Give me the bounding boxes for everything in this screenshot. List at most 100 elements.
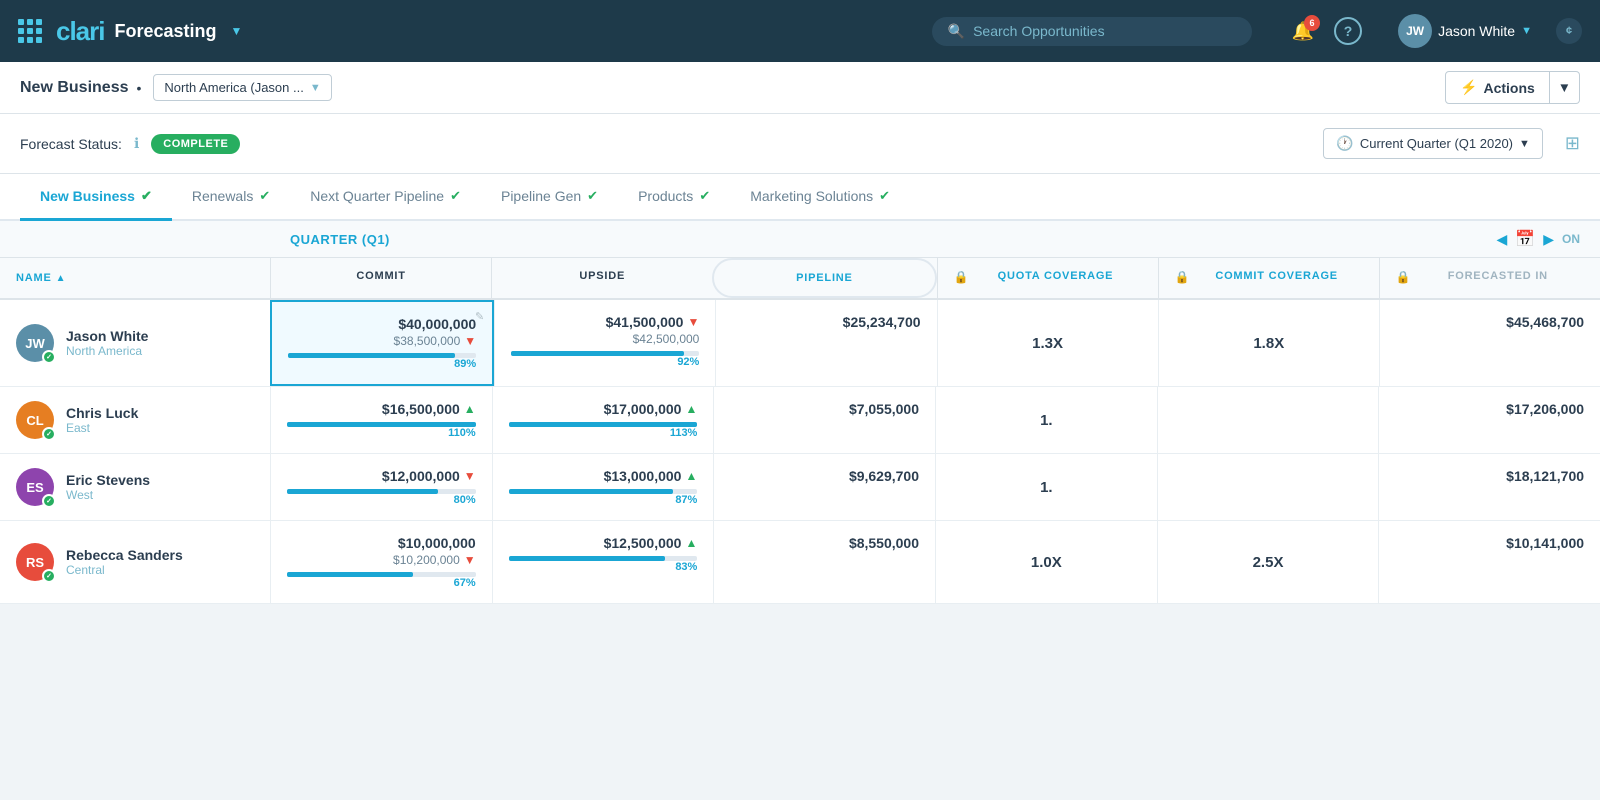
next-quarter-arrow[interactable]: ▶ (1543, 231, 1554, 248)
td-upside-cell[interactable]: $13,000,000 ▲ 87% (492, 454, 714, 520)
tab-new-business[interactable]: New Business✔ (20, 174, 172, 221)
th-quota-coverage[interactable]: 🔒 QUOTA COVERAGE (937, 258, 1158, 298)
quarter-navigation: ◀ 📅 ▶ ON (1497, 229, 1600, 249)
upside-main-value: $12,500,000 ▲ (509, 535, 698, 551)
tab-label: Marketing Solutions (750, 188, 873, 204)
avatar-initials: CL (26, 413, 43, 428)
td-commit-cell[interactable]: $12,000,000 ▼ 80% (270, 454, 492, 520)
upside-main-value: $17,000,000 ▲ (509, 401, 698, 417)
commit-main-value: $16,500,000 ▲ (287, 401, 476, 417)
td-commit-cell[interactable]: $10,000,000 $10,200,000 ▼ 67% (270, 521, 492, 603)
td-forecasted-in-cell: $10,141,000 (1378, 521, 1600, 603)
pipeline-value: $25,234,700 (732, 314, 920, 330)
td-commit-coverage-cell (1157, 387, 1379, 453)
commit-coverage-value (1174, 401, 1363, 439)
td-commit-cell[interactable]: $16,500,000 ▲ 110% (270, 387, 492, 453)
tab-label: New Business (40, 188, 135, 204)
tab-pipeline-gen[interactable]: Pipeline Gen✔ (481, 174, 618, 221)
tab-check-icon: ✔ (699, 188, 710, 204)
forecasted-in-value: $10,141,000 (1395, 535, 1584, 551)
tab-check-icon: ✔ (587, 188, 598, 204)
tab-renewals[interactable]: Renewals✔ (172, 174, 290, 221)
name-block: Jason White North America (66, 328, 148, 358)
commit-main-value: $12,000,000 ▼ (287, 468, 476, 484)
rep-region: East (66, 421, 138, 435)
upside-up-arrow: ▲ (685, 536, 697, 550)
search-icon: 🔍 (948, 23, 965, 40)
upside-main-value: $41,500,000 ▼ (511, 314, 699, 330)
th-upside[interactable]: UPSIDE (491, 258, 712, 298)
table-header: NAME ▲ COMMIT UPSIDE PIPELINE 🔒 QUOTA CO… (0, 258, 1600, 300)
pipeline-value: $7,055,000 (730, 401, 919, 417)
region-dropdown[interactable]: North America (Jason ... ▼ (153, 74, 331, 101)
commit-percent: 67% (454, 577, 476, 589)
quarter-label: QUARTER (Q1) (270, 232, 390, 247)
grid-view-icon[interactable]: ⊞ (1565, 133, 1580, 154)
th-name[interactable]: NAME ▲ (0, 258, 270, 298)
sub-navigation: New Business • North America (Jason ... … (0, 62, 1600, 114)
th-commit-coverage[interactable]: 🔒 COMMIT COVERAGE (1158, 258, 1379, 298)
notifications-icon[interactable]: 🔔 6 (1292, 21, 1314, 42)
avatar-initials: ES (26, 480, 43, 495)
prev-quarter-arrow[interactable]: ◀ (1497, 231, 1508, 248)
commit-percent: 89% (454, 358, 476, 370)
th-commit[interactable]: COMMIT (270, 258, 491, 298)
quarter-dropdown[interactable]: 🕐 Current Quarter (Q1 2020) ▼ (1323, 128, 1543, 159)
nav-title: Forecasting (115, 21, 217, 42)
td-upside-cell[interactable]: $41,500,000 ▼ $42,500,000 92% (494, 300, 715, 386)
search-input[interactable] (973, 23, 1173, 39)
currency-icon: ¢ (1556, 18, 1582, 44)
tab-products[interactable]: Products ✔ (618, 174, 730, 221)
nav-title-chevron[interactable]: ▼ (231, 24, 243, 38)
upside-percent: 113% (670, 427, 698, 439)
avatar-verified-badge (42, 569, 56, 583)
th-pipeline[interactable]: PIPELINE (712, 258, 936, 298)
td-pipeline-cell: $25,234,700 (715, 300, 936, 386)
avatar: ES (16, 468, 54, 506)
tab-label: Products (638, 188, 693, 204)
actions-button[interactable]: ⚡ Actions (1445, 71, 1550, 104)
td-upside-cell[interactable]: $12,500,000 ▲ 83% (492, 521, 714, 603)
td-forecasted-in-cell: $45,468,700 (1379, 300, 1600, 386)
table-row: ES Eric Stevens West $12,000,000 ▼ 80% (0, 454, 1600, 521)
avatar-verified-badge (42, 427, 56, 441)
calendar-icon[interactable]: 📅 (1515, 229, 1535, 249)
user-name: Jason White (1438, 23, 1515, 39)
th-forecasted-in[interactable]: 🔒 FORECASTED IN (1379, 258, 1600, 298)
upside-percent: 83% (675, 561, 697, 573)
upside-down-arrow: ▼ (687, 315, 699, 329)
table-row: CL Chris Luck East $16,500,000 ▲ 110% (0, 387, 1600, 454)
name-block: Eric Stevens West (66, 472, 150, 502)
avatar-initials: JW (25, 336, 45, 351)
rep-name: Eric Stevens (66, 472, 150, 488)
tabs-bar: New Business✔Renewals✔Next Quarter Pipel… (0, 174, 1600, 221)
upside-up-arrow: ▲ (685, 469, 697, 483)
region-label: North America (Jason ... (164, 80, 303, 95)
avatar-initials: RS (26, 555, 44, 570)
tab-marketing-solutions[interactable]: Marketing Solutions✔ (730, 174, 910, 221)
td-name-cell: ES Eric Stevens West (0, 454, 270, 520)
td-commit-coverage-cell (1157, 454, 1379, 520)
td-pipeline-cell: $9,629,700 (713, 454, 935, 520)
tab-label: Next Quarter Pipeline (310, 188, 444, 204)
actions-chevron-button[interactable]: ▼ (1550, 71, 1580, 104)
user-area[interactable]: JW Jason White ▼ (1398, 14, 1532, 48)
td-commit-cell[interactable]: ✎ $40,000,000 $38,500,000 ▼ 89% (270, 300, 494, 386)
rep-region: West (66, 488, 150, 502)
lock-icon: 🔒 (1396, 270, 1412, 284)
edit-icon[interactable]: ✎ (475, 310, 484, 323)
logo-area: clari Forecasting ▼ (18, 16, 242, 47)
search-box[interactable]: 🔍 (932, 17, 1252, 46)
tab-next-quarter-pipeline[interactable]: Next Quarter Pipeline✔ (290, 174, 481, 221)
td-forecasted-in-cell: $17,206,000 (1378, 387, 1600, 453)
avatar-verified-badge (42, 350, 56, 364)
rep-region: Central (66, 563, 183, 577)
help-icon[interactable]: ? (1334, 17, 1362, 45)
info-icon[interactable]: ℹ (134, 135, 139, 152)
rep-region: North America (66, 344, 148, 358)
commit-down-arrow: ▼ (464, 469, 476, 483)
commit-coverage-value (1174, 468, 1363, 506)
notifications-badge: 6 (1304, 15, 1320, 31)
logo-icon (18, 19, 42, 43)
td-upside-cell[interactable]: $17,000,000 ▲ 113% (492, 387, 714, 453)
